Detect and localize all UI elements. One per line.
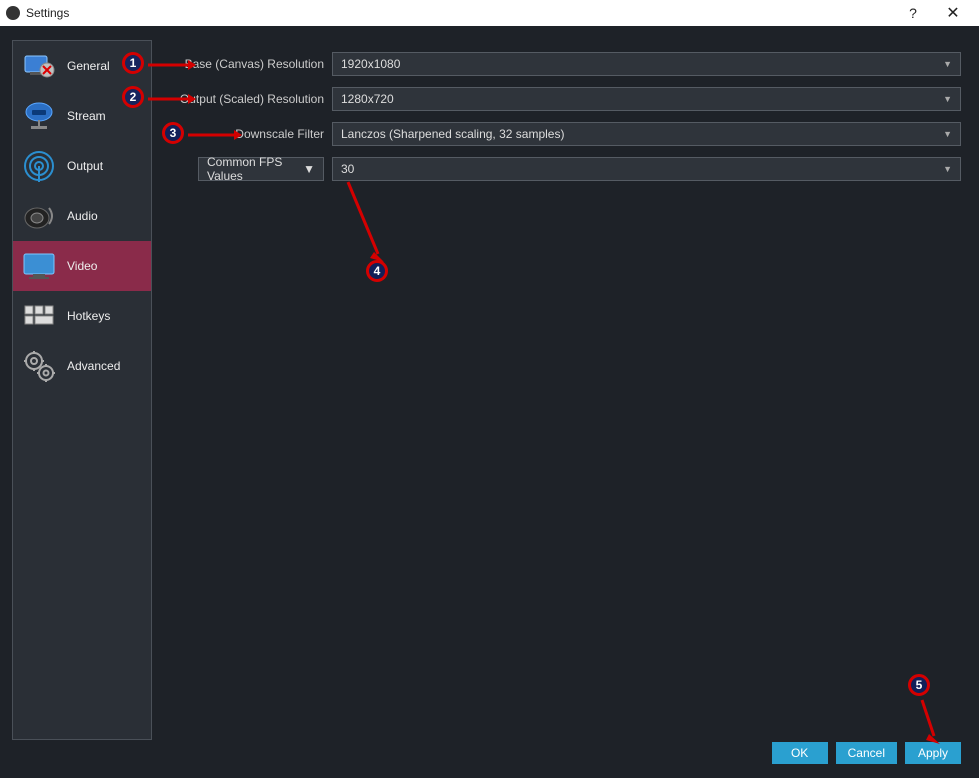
close-button[interactable]: ✕: [933, 0, 973, 26]
base-resolution-select[interactable]: 1920x1080 ▼: [332, 52, 961, 76]
annotation-4: 4: [366, 260, 388, 282]
output-icon: [19, 146, 59, 186]
video-settings-form: Base (Canvas) Resolution 1920x1080 ▼ Out…: [162, 52, 961, 192]
annotation-arrow-4: [344, 178, 388, 264]
fps-type-select[interactable]: Common FPS Values ▼: [198, 157, 324, 181]
window-title: Settings: [26, 6, 69, 20]
sidebar-item-output[interactable]: Output: [13, 141, 151, 191]
downscale-filter-row: Downscale Filter Lanczos (Sharpened scal…: [162, 122, 961, 146]
annotation-2: 2: [122, 86, 144, 108]
hotkeys-icon: [19, 296, 59, 336]
sidebar-item-label: Video: [67, 259, 97, 273]
advanced-icon: [19, 346, 59, 386]
cancel-label: Cancel: [848, 746, 885, 760]
sidebar-item-label: Audio: [67, 209, 98, 223]
sidebar-item-label: Stream: [67, 109, 106, 123]
sidebar-item-label: General: [67, 59, 110, 73]
audio-icon: [19, 196, 59, 236]
sidebar-item-label: Advanced: [67, 359, 120, 373]
fps-row: Common FPS Values ▼ 30 ▼: [198, 157, 961, 181]
fps-value: 30: [341, 162, 354, 176]
sidebar-item-label: Output: [67, 159, 103, 173]
annotation-5: 5: [908, 674, 930, 696]
ok-label: OK: [791, 746, 808, 760]
titlebar: Settings ? ✕: [0, 0, 979, 26]
cancel-button[interactable]: Cancel: [836, 742, 897, 764]
help-button[interactable]: ?: [893, 0, 933, 26]
annotation-1: 1: [122, 52, 144, 74]
sidebar-item-advanced[interactable]: Advanced: [13, 341, 151, 391]
annotation-arrow-5: [918, 698, 942, 746]
annotation-arrow-1: [146, 58, 196, 72]
chevron-down-icon: ▼: [943, 94, 952, 104]
annotation-arrow-3: [186, 128, 242, 142]
chevron-down-icon: ▼: [303, 162, 315, 176]
help-icon: ?: [909, 5, 917, 21]
chevron-down-icon: ▼: [943, 129, 952, 139]
app-icon: [6, 6, 20, 20]
output-resolution-select[interactable]: 1280x720 ▼: [332, 87, 961, 111]
sidebar: General Stream O: [12, 40, 152, 740]
fps-value-select[interactable]: 30 ▼: [332, 157, 961, 181]
sidebar-item-audio[interactable]: Audio: [13, 191, 151, 241]
sidebar-item-video[interactable]: Video: [13, 241, 151, 291]
output-resolution-row: Output (Scaled) Resolution 1280x720 ▼: [162, 87, 961, 111]
close-icon: ✕: [946, 3, 959, 23]
downscale-filter-select[interactable]: Lanczos (Sharpened scaling, 32 samples) …: [332, 122, 961, 146]
video-icon: [19, 246, 59, 286]
content: General Stream O: [0, 26, 979, 778]
chevron-down-icon: ▼: [943, 59, 952, 69]
ok-button[interactable]: OK: [772, 742, 828, 764]
fps-type-value: Common FPS Values: [207, 155, 303, 183]
output-resolution-value: 1280x720: [341, 92, 394, 106]
general-icon: [19, 46, 59, 86]
chevron-down-icon: ▼: [943, 164, 952, 174]
stream-icon: [19, 96, 59, 136]
sidebar-item-label: Hotkeys: [67, 309, 110, 323]
sidebar-item-hotkeys[interactable]: Hotkeys: [13, 291, 151, 341]
annotation-3: 3: [162, 122, 184, 144]
base-resolution-row: Base (Canvas) Resolution 1920x1080 ▼: [162, 52, 961, 76]
downscale-filter-value: Lanczos (Sharpened scaling, 32 samples): [341, 127, 564, 141]
base-resolution-value: 1920x1080: [341, 57, 400, 71]
annotation-arrow-2: [146, 92, 196, 106]
apply-label: Apply: [918, 746, 948, 760]
